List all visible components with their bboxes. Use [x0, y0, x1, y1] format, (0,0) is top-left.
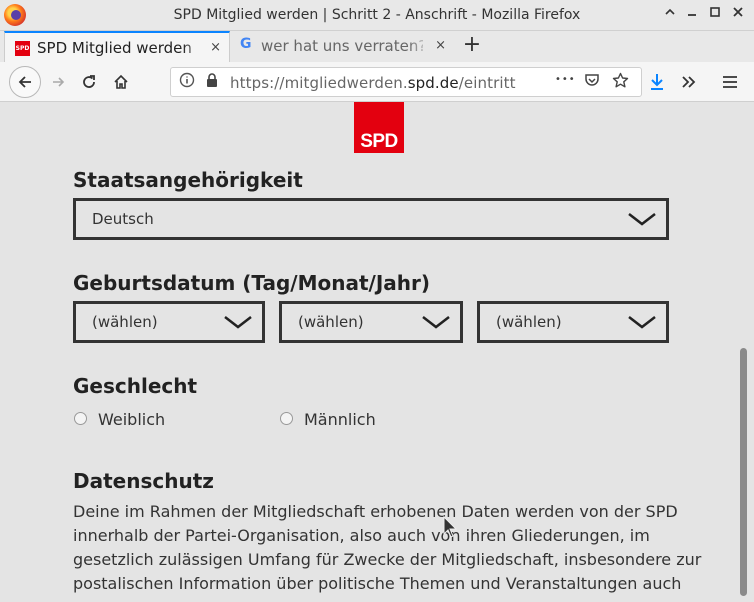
- info-icon[interactable]: [179, 72, 195, 92]
- tab-label: wer hat uns verraten? - Google Suche: [261, 37, 423, 55]
- google-g-icon: G: [240, 36, 252, 52]
- mouse-cursor-icon: [443, 516, 458, 538]
- url-prefix: https://mitgliedwerden.: [230, 74, 408, 92]
- scrollbar-thumb[interactable]: [740, 348, 747, 596]
- tab-label-fade: [183, 33, 207, 62]
- gender-label: Geschlecht: [73, 374, 198, 398]
- chevron-down-icon: [224, 316, 252, 329]
- birth-year-value: (wählen): [496, 313, 562, 331]
- vertical-scrollbar[interactable]: [737, 102, 754, 602]
- url-text[interactable]: https://mitgliedwerden.spd.de/eintritt: [230, 74, 516, 92]
- tab-spd[interactable]: SPD SPD Mitglied werden | Schritt 2 - An…: [4, 31, 230, 62]
- chevron-down-icon: [422, 316, 450, 329]
- download-button[interactable]: [643, 68, 671, 96]
- back-button[interactable]: [9, 66, 41, 98]
- chevron-down-icon: [628, 316, 656, 329]
- gender-option-label[interactable]: Weiblich: [98, 410, 165, 429]
- spd-logo: SPD: [354, 102, 404, 153]
- birth-year-select[interactable]: (wählen): [477, 301, 669, 343]
- birth-day-select[interactable]: (wählen): [73, 301, 265, 343]
- privacy-text: Deine im Rahmen der Mitgliedschaft erhob…: [73, 502, 702, 593]
- birth-month-value: (wählen): [298, 313, 364, 331]
- gender-radio-female[interactable]: [74, 412, 87, 425]
- nationality-label: Staatsangehörigkeit: [73, 168, 303, 192]
- minimize-icon[interactable]: [660, 5, 680, 25]
- tab-strip: SPD SPD Mitglied werden | Schritt 2 - An…: [0, 31, 754, 62]
- menu-icon: [723, 76, 737, 88]
- tab-google[interactable]: G wer hat uns verraten? - Google Suche ×: [232, 31, 454, 62]
- overflow-icon: [682, 76, 696, 88]
- privacy-heading: Datenschutz: [73, 469, 214, 493]
- url-host: spd.de: [407, 74, 459, 92]
- birth-day-value: (wählen): [92, 313, 158, 331]
- nationality-value: Deutsch: [92, 210, 154, 228]
- forward-icon: [53, 77, 65, 87]
- tab-close-icon[interactable]: ×: [210, 33, 221, 62]
- menu-button[interactable]: [716, 68, 744, 96]
- chevron-down-icon: [628, 213, 656, 226]
- navigation-bar: https://mitgliedwerden.spd.de/eintritt •…: [0, 62, 754, 102]
- pocket-icon[interactable]: [584, 72, 600, 92]
- tab-label-fade: [408, 31, 432, 60]
- page-actions-icon[interactable]: •••: [555, 74, 576, 85]
- gender-radio-male[interactable]: [280, 412, 293, 425]
- window-titlebar: SPD Mitglied werden | Schritt 2 - Anschr…: [0, 0, 754, 31]
- birth-month-select[interactable]: (wählen): [279, 301, 463, 343]
- download-icon: [651, 74, 663, 90]
- back-icon: [18, 76, 31, 88]
- url-suffix: /eintritt: [458, 74, 516, 92]
- url-bar[interactable]: https://mitgliedwerden.spd.de/eintritt •…: [170, 67, 642, 97]
- spd-favicon-icon: SPD: [15, 41, 30, 56]
- tab-close-icon[interactable]: ×: [435, 31, 446, 61]
- reload-icon: [83, 75, 95, 88]
- restore-icon[interactable]: [682, 5, 702, 25]
- forward-button[interactable]: [44, 68, 72, 96]
- nationality-select[interactable]: Deutsch: [73, 198, 669, 240]
- bookmark-star-icon[interactable]: [612, 72, 629, 93]
- new-tab-button[interactable]: +: [460, 31, 484, 61]
- tab-label: SPD Mitglied werden | Schritt 2 - Anschr…: [37, 39, 195, 57]
- window-title: SPD Mitglied werden | Schritt 2 - Anschr…: [173, 7, 581, 23]
- home-button[interactable]: [107, 68, 135, 96]
- birthdate-label: Geburtsdatum (Tag/Monat/Jahr): [73, 271, 431, 295]
- maximize-icon[interactable]: [705, 5, 725, 25]
- lock-icon[interactable]: [205, 72, 219, 92]
- home-icon: [114, 74, 128, 89]
- close-icon[interactable]: [728, 5, 748, 25]
- gender-option-label[interactable]: Männlich: [304, 410, 376, 429]
- reload-button[interactable]: [75, 68, 103, 96]
- overflow-button[interactable]: [675, 68, 703, 96]
- page-content: SPD Staatsangehörigkeit Deutsch Geburtsd…: [0, 102, 737, 602]
